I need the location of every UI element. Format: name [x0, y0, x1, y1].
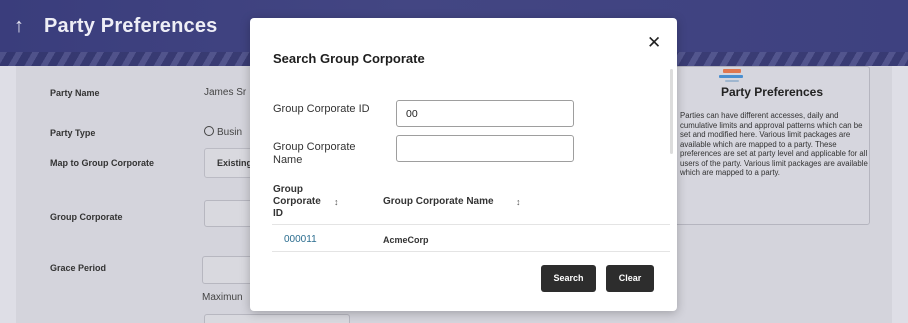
grace-period-input[interactable] — [202, 256, 254, 284]
table-divider — [272, 224, 670, 225]
group-corporate-id-input[interactable] — [396, 100, 574, 127]
help-description: Parties can have different accesses, dai… — [680, 111, 868, 177]
party-illustration-icon — [719, 69, 743, 82]
group-corporate-label: Group Corporate — [50, 212, 123, 222]
help-panel: Party Preferences Parties can have diffe… — [672, 66, 870, 225]
table-divider — [272, 251, 670, 252]
group-corporate-name-input[interactable] — [396, 135, 574, 162]
modal-title: Search Group Corporate — [273, 51, 425, 66]
close-icon[interactable]: ✕ — [647, 34, 661, 51]
party-type-option-label: Busin — [217, 127, 243, 138]
column-label: Group Corporate ID — [273, 184, 321, 219]
search-group-corporate-modal: Search Group Corporate ✕ Group Corporate… — [250, 18, 677, 311]
help-title: Party Preferences — [720, 85, 824, 99]
search-button[interactable]: Search — [541, 265, 596, 292]
group-corporate-name-cell: AcmeCorp — [383, 235, 429, 245]
maximum-input[interactable] — [204, 314, 350, 323]
maximum-label: Maximun — [202, 292, 243, 303]
party-type-label: Party Type — [50, 128, 96, 138]
group-corporate-id-label: Group Corporate ID — [273, 103, 370, 115]
clear-button[interactable]: Clear — [606, 265, 654, 292]
map-group-corporate-label: Map to Group Corporate — [50, 158, 154, 168]
column-header-group-corporate-name[interactable]: Group Corporate Name — [383, 196, 494, 208]
group-corporate-id-link[interactable]: 000011 — [284, 234, 317, 245]
back-arrow-icon[interactable]: ↑ — [14, 14, 24, 38]
group-corporate-input[interactable] — [204, 200, 254, 227]
grace-period-label: Grace Period — [50, 263, 107, 273]
party-type-radio[interactable]: Busin — [204, 126, 242, 138]
group-corporate-name-label: Group Corporate Name — [273, 141, 356, 166]
modal-scrollbar[interactable] — [670, 69, 673, 154]
party-name-value: James Sr — [204, 87, 247, 98]
column-header-group-corporate-id[interactable]: Group Corporate ID — [273, 184, 333, 220]
radio-icon — [204, 126, 214, 136]
page-title: Party Preferences — [44, 15, 218, 37]
party-name-label: Party Name — [50, 88, 100, 98]
column-label: Group Corporate Name — [383, 196, 494, 207]
sort-icon[interactable]: ↕ — [334, 196, 339, 208]
sort-icon[interactable]: ↕ — [516, 196, 521, 208]
